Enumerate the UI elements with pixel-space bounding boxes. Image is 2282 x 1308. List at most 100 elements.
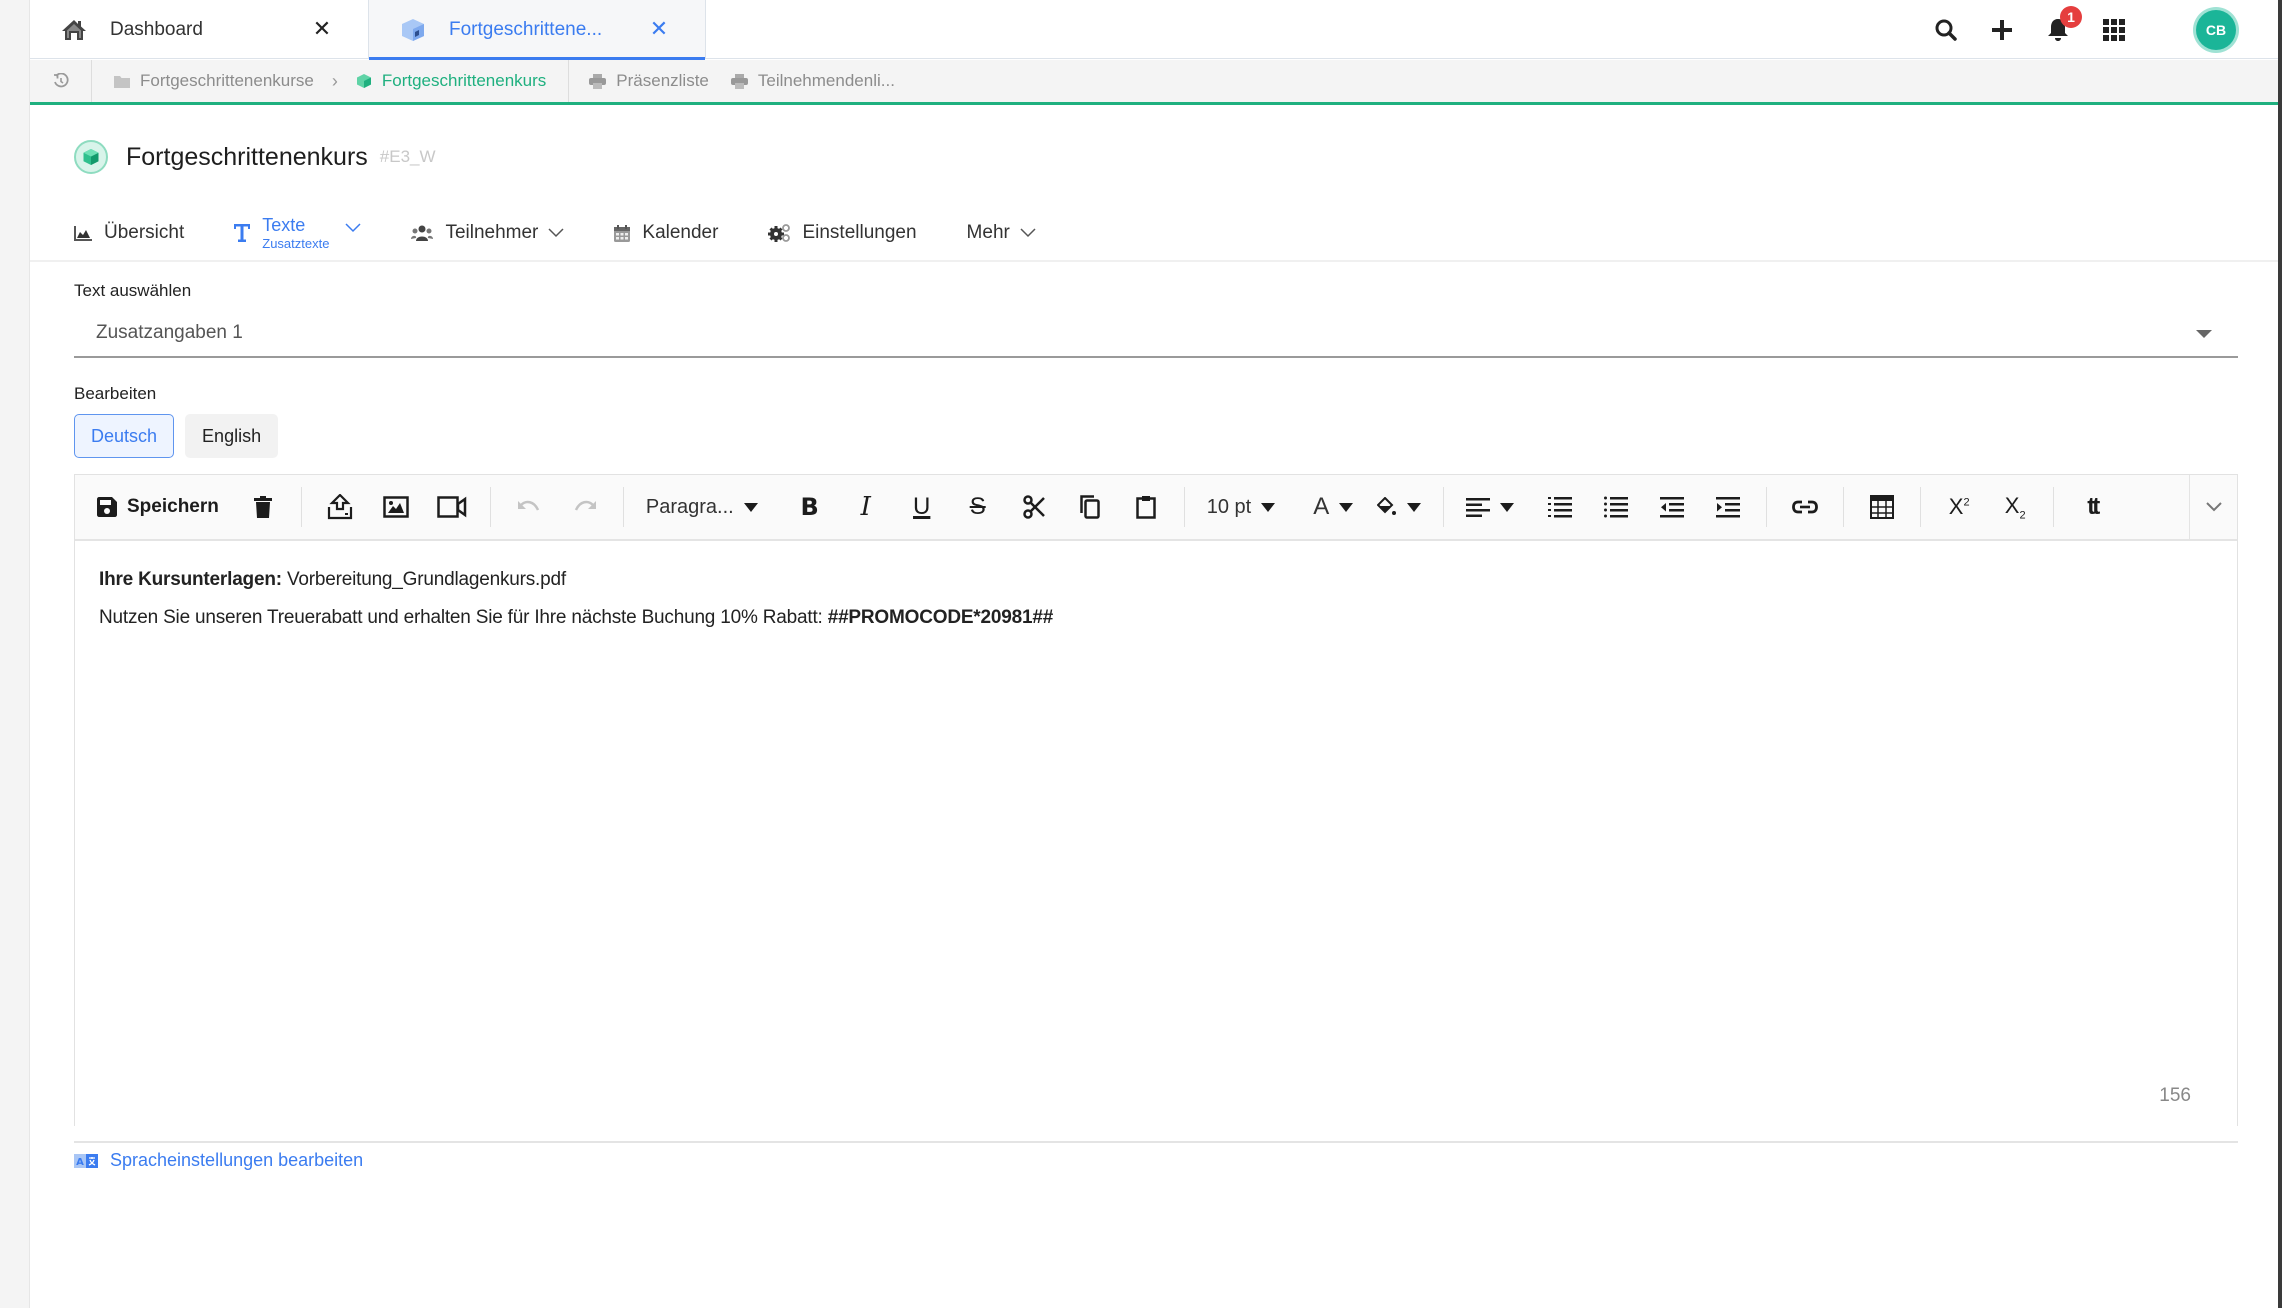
superscript-button[interactable]: X2 <box>1931 487 1987 527</box>
save-button[interactable]: Speichern <box>97 487 235 527</box>
text-icon <box>234 224 251 242</box>
section-nav: Übersicht Texte Zusatztexte Teilnehmer K… <box>74 206 1086 260</box>
close-icon[interactable]: ✕ <box>647 16 671 41</box>
chevron-down-icon <box>548 225 564 241</box>
page-id: #E3_W <box>379 147 436 166</box>
chevron-down-icon <box>2205 502 2222 512</box>
character-count: 156 <box>2159 1085 2191 1106</box>
toolbar-more-button[interactable] <box>2189 475 2237 539</box>
apps-button[interactable] <box>2086 10 2142 50</box>
select-text-label: Text auswählen <box>74 281 192 300</box>
undo-icon <box>517 500 540 511</box>
upload-icon <box>327 494 352 520</box>
history-icon <box>53 73 69 88</box>
shortcut-praesenzliste[interactable]: Präsenzliste <box>589 71 709 91</box>
nav-einstellungen[interactable]: Einstellungen <box>768 222 917 244</box>
printer-icon <box>589 73 607 89</box>
close-icon[interactable]: ✕ <box>310 16 334 41</box>
home-icon <box>60 16 88 44</box>
outdent-icon <box>1660 497 1685 518</box>
breadcrumb-item[interactable]: Fortgeschrittenenkurse <box>114 71 314 91</box>
nav-uebersicht[interactable]: Übersicht <box>74 222 184 244</box>
subscript-button[interactable]: X2 <box>1987 487 2043 527</box>
svg-text:A: A <box>76 1157 84 1168</box>
delete-button[interactable] <box>235 487 291 527</box>
caret-down-icon <box>1339 502 1354 512</box>
redo-button[interactable] <box>557 487 613 527</box>
italic-button[interactable]: I <box>838 487 894 527</box>
cut-button[interactable] <box>1006 487 1062 527</box>
bold-icon: B <box>800 493 819 521</box>
caret-down-icon <box>2196 330 2212 338</box>
shortcut-label: Präsenzliste <box>616 71 709 90</box>
link-icon <box>1792 500 1819 514</box>
search-button[interactable] <box>1918 10 1974 50</box>
nav-teilnehmer[interactable]: Teilnehmer <box>411 222 564 244</box>
language-settings-link[interactable]: A Spracheinstellungen bearbeiten <box>74 1150 363 1171</box>
insert-link-button[interactable] <box>1777 487 1833 527</box>
toolbar-divider <box>1443 487 1445 527</box>
italic-icon: I <box>860 492 871 522</box>
outdent-button[interactable] <box>1644 487 1700 527</box>
breadcrumb-label: Fortgeschrittenenkurse <box>140 71 314 90</box>
breadcrumb-item-current[interactable]: Fortgeschrittenenkurs <box>356 71 546 91</box>
add-button[interactable] <box>1974 10 2030 50</box>
nav-label: Mehr <box>966 222 1010 243</box>
caret-down-icon <box>743 502 758 512</box>
font-size-dropdown[interactable]: 10 pt <box>1195 487 1287 527</box>
upload-button[interactable] <box>312 487 368 527</box>
bold-button[interactable]: B <box>782 487 838 527</box>
toolbar-divider <box>622 487 624 527</box>
copy-icon <box>1079 495 1100 519</box>
language-deutsch-button[interactable]: Deutsch <box>74 414 175 458</box>
chart-area-icon <box>74 225 92 241</box>
top-actions: 1 CB <box>1918 0 2278 59</box>
save-icon <box>97 497 117 517</box>
paragraph-format-dropdown[interactable]: Paragra... <box>634 487 770 527</box>
cube-icon <box>399 16 427 44</box>
chevron-down-icon <box>345 220 361 236</box>
unordered-list-button[interactable] <box>1588 487 1644 527</box>
divider <box>30 260 2278 262</box>
caret-down-icon <box>1261 502 1276 512</box>
nav-label: Einstellungen <box>802 222 917 243</box>
tab-dashboard[interactable]: Dashboard ✕ <box>30 0 368 59</box>
paste-button[interactable] <box>1118 487 1174 527</box>
text-select-dropdown[interactable]: Zusatzangaben 1 <box>74 310 2238 358</box>
nav-texte[interactable]: Texte Zusatztexte <box>234 216 361 250</box>
nav-kalender[interactable]: Kalender <box>614 222 718 244</box>
insert-video-button[interactable] <box>424 487 480 527</box>
tab-label: Fortgeschrittene... <box>449 18 603 40</box>
undo-button[interactable] <box>501 487 557 527</box>
language-english-button[interactable]: English <box>185 414 279 458</box>
page-title: Fortgeschrittenenkurs <box>126 142 368 171</box>
background-color-dropdown[interactable] <box>1365 487 1433 527</box>
strikethrough-button[interactable]: S <box>950 487 1006 527</box>
insert-table-button[interactable] <box>1854 487 1910 527</box>
editor-content[interactable]: Ihre Kursunterlagen: Vorbereitung_Grundl… <box>75 541 2237 1127</box>
insert-image-button[interactable] <box>368 487 424 527</box>
ordered-list-icon <box>1548 497 1573 518</box>
align-dropdown[interactable] <box>1454 487 1526 527</box>
history-button[interactable] <box>30 60 92 102</box>
cube-icon <box>356 73 372 89</box>
notifications-button[interactable]: 1 <box>2030 5 2086 50</box>
toolbar-divider <box>300 487 302 527</box>
indent-button[interactable] <box>1700 487 1756 527</box>
underline-button[interactable]: U <box>894 487 950 527</box>
clear-format-button[interactable]: tt <box>2064 487 2120 527</box>
caret-down-icon <box>1407 502 1422 512</box>
nav-mehr[interactable]: Mehr <box>967 222 1036 244</box>
ordered-list-button[interactable] <box>1532 487 1588 527</box>
bold-text: Ihre Kursunterlagen: <box>99 569 282 590</box>
chevron-right-icon: › <box>331 70 338 91</box>
text-color-icon: A <box>1313 493 1330 520</box>
toolbar-divider <box>1766 487 1768 527</box>
text-color-dropdown[interactable]: A <box>1301 487 1365 527</box>
edit-label: Bearbeiten <box>74 384 157 403</box>
shortcut-teilnehmendenliste[interactable]: Teilnehmendenli... <box>730 71 895 91</box>
divider <box>74 1141 2238 1143</box>
tab-course[interactable]: Fortgeschrittene... ✕ <box>368 0 706 60</box>
user-avatar[interactable]: CB <box>2196 9 2236 50</box>
copy-button[interactable] <box>1062 487 1118 527</box>
